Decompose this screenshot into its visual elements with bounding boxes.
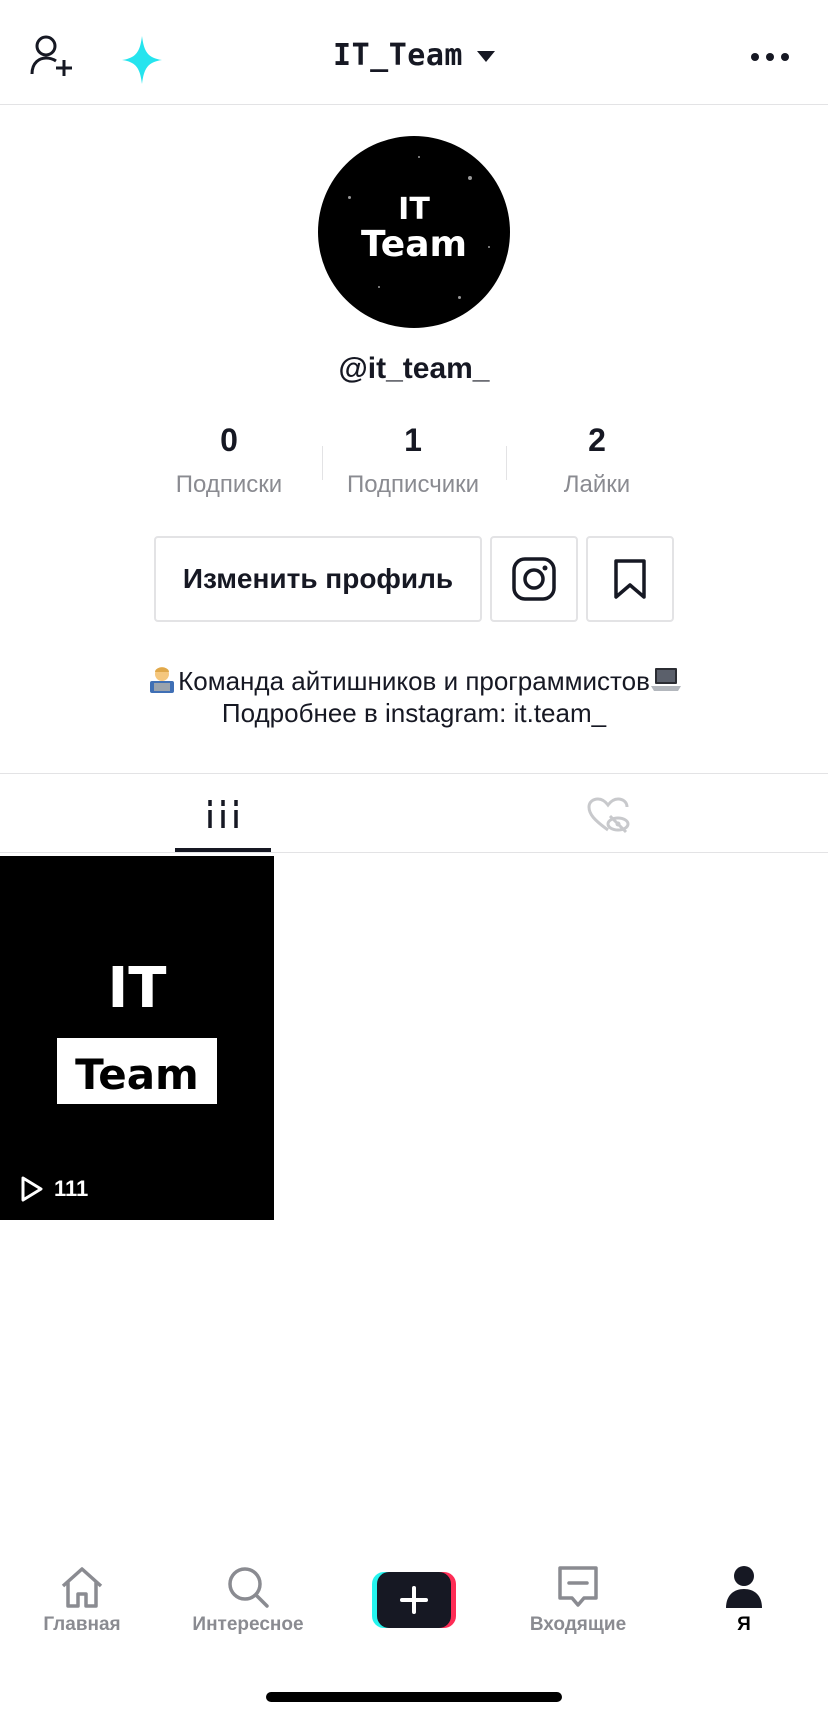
edit-profile-button[interactable]: Изменить профиль — [154, 536, 482, 622]
tab-liked[interactable] — [446, 774, 828, 852]
search-icon — [228, 1567, 269, 1608]
stat-likes[interactable]: 2 Лайки — [505, 422, 689, 499]
stat-likes-label: Лайки — [563, 471, 631, 498]
laptop-emoji — [650, 668, 681, 691]
bookmark-icon — [614, 559, 646, 599]
stat-following-label: Подписки — [175, 471, 283, 498]
tabs-separator — [0, 852, 828, 853]
video-thumbnail[interactable]: IT Team 111 — [0, 856, 274, 1220]
stat-following[interactable]: 0 Подписки — [137, 422, 321, 499]
nav-home[interactable]: Главная — [7, 1548, 157, 1636]
bio-line-2: Подробнее в instagram: it.team_ — [221, 698, 607, 728]
profile-icon — [726, 1566, 762, 1608]
home-indicator — [266, 1692, 562, 1702]
video-title-line1: IT — [107, 956, 167, 1021]
nav-discover-label: Интересное — [192, 1614, 304, 1635]
account-switcher[interactable]: IT_Team — [0, 38, 828, 73]
video-title-box: Team — [57, 1038, 217, 1104]
stat-followers-value: 1 — [404, 422, 422, 458]
play-icon — [21, 1176, 43, 1202]
home-icon — [61, 1567, 103, 1608]
nav-discover[interactable]: Интересное — [173, 1548, 323, 1636]
grid-icon — [208, 800, 238, 828]
nav-home-label: Главная — [43, 1614, 121, 1635]
avatar[interactable]: IT Team — [318, 136, 510, 328]
video-views: 111 — [20, 1174, 88, 1204]
favorites-button[interactable] — [586, 536, 674, 622]
more-dots-icon[interactable] — [750, 52, 790, 62]
top-bar: IT_Team — [0, 0, 828, 105]
nav-profile[interactable]: Я — [669, 1548, 819, 1636]
stat-following-value: 0 — [220, 422, 238, 458]
bio-line-1: Команда айтишников и программистов — [0, 664, 828, 697]
avatar-text-line2: Team — [361, 224, 467, 265]
tab-videos[interactable] — [0, 774, 446, 852]
avatar-text-line1: IT — [398, 192, 430, 227]
video-title-line2: Team — [75, 1050, 199, 1099]
liked-hidden-icon — [587, 797, 630, 834]
technologist-emoji — [150, 667, 175, 693]
account-name: IT_Team — [333, 38, 463, 73]
stat-followers-label: Подписчики — [346, 471, 480, 498]
inbox-icon — [558, 1566, 598, 1607]
nav-profile-label: Я — [737, 1614, 751, 1635]
nav-inbox[interactable]: Входящие — [503, 1548, 653, 1636]
caret-down-icon — [476, 51, 495, 62]
nav-inbox-label: Входящие — [529, 1614, 627, 1635]
stat-likes-value: 2 — [588, 422, 606, 458]
instagram-button[interactable] — [490, 536, 578, 622]
username: @it_team_ — [338, 352, 490, 385]
instagram-icon — [512, 557, 556, 601]
create-button[interactable] — [372, 1572, 456, 1628]
stat-followers[interactable]: 1 Подписчики — [321, 422, 505, 499]
bio-text-1: Команда айтишников и программистов — [178, 666, 650, 696]
video-view-count: 111 — [54, 1176, 89, 1201]
